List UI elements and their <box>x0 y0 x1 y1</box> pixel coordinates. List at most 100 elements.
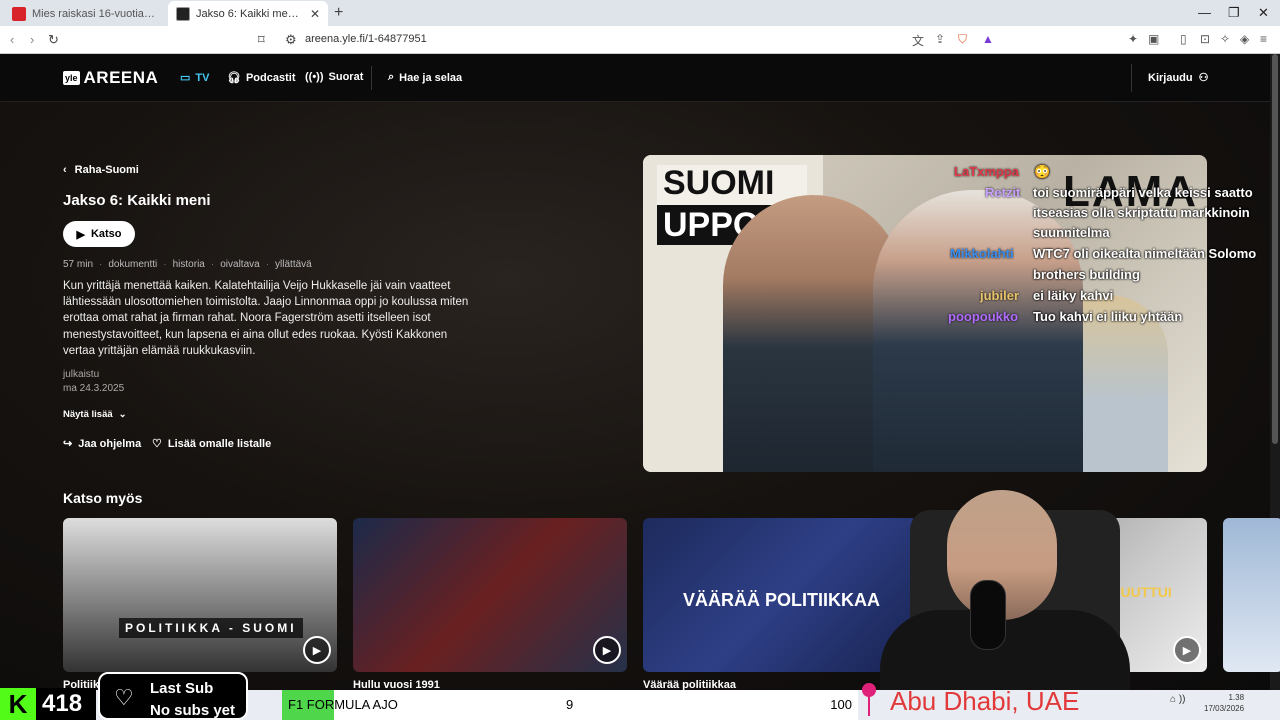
privacy-icon[interactable]: ◈ <box>1240 32 1249 46</box>
play-icon[interactable]: ▶ <box>593 636 621 664</box>
login-label: Kirjaudu <box>1148 71 1193 84</box>
share-arrow-icon: ↪ <box>63 438 73 450</box>
chat-username: jubiler <box>980 288 1020 303</box>
areena-logo[interactable]: yle AREENA <box>63 68 158 88</box>
chat-message: toi suomiräppäri velka keissi saatto <box>1033 185 1253 200</box>
sidebar-icon[interactable]: ▯ <box>1180 32 1187 46</box>
forward-arrow-icon[interactable]: › <box>30 32 34 47</box>
card-overlay-title: POLITIIKKA - SUOMI <box>119 618 303 638</box>
back-arrow-icon[interactable]: ‹ <box>10 32 14 47</box>
chat-username: Retzit <box>985 185 1021 200</box>
brave-shield-icon[interactable]: ⛉ <box>958 32 967 47</box>
browser-tab-2[interactable]: Jakso 6: Kaikki meni | Raha-Suomi ✕ <box>168 1 328 26</box>
see-also-card[interactable] <box>1223 518 1280 672</box>
streamer-webcam <box>820 490 1130 690</box>
nav-live[interactable]: ((•)) Suorat <box>305 71 363 83</box>
nav-label: Podcastit <box>245 71 296 84</box>
system-tray-icons[interactable]: ⌂ )) <box>1170 694 1185 705</box>
show-more-label: Näytä lisää <box>63 409 113 420</box>
vpn-icon[interactable]: ⊡ <box>1200 32 1210 46</box>
scrollbar-thumb[interactable] <box>1272 54 1278 444</box>
chat-message: ei läiky kahvi <box>1033 288 1114 303</box>
tab-title: Mies raiskasi 16-vuotiaan tytön Helsingi… <box>32 7 156 20</box>
chat-username: poopoukko <box>948 309 1019 324</box>
site-info-icon[interactable]: ⚙ <box>285 32 297 48</box>
episode-description: Kun yrittäjä menettää kaiken. Kalatehtai… <box>63 280 469 357</box>
brave-rewards-icon[interactable]: ▲ <box>982 32 994 46</box>
broadcast-icon: ((•)) <box>305 71 324 83</box>
close-tab-icon[interactable]: ✕ <box>310 7 320 21</box>
episode-meta: 57 min · dokumentti · historia · oivaltava ·… <box>63 259 312 270</box>
nav-label: Hae ja selaa <box>399 71 463 84</box>
add-to-list-button[interactable]: ♡ Lisää omalle listalle <box>152 437 272 451</box>
heart-icon: ♡ <box>152 438 162 450</box>
share-icon[interactable]: ⇪ <box>935 32 945 46</box>
is-favicon-icon <box>12 6 26 21</box>
meta-tag: yllättävä <box>275 259 312 270</box>
clock-time: 1.38 <box>1228 693 1245 702</box>
site-header: yle AREENA ▭ TV 🎧︎ Podcastit ((•)) Suora… <box>0 54 1270 102</box>
menu-icon[interactable]: ≡ <box>1260 32 1267 46</box>
microphone-icon <box>970 580 1006 650</box>
yle-logo-badge: yle <box>63 71 80 85</box>
extensions-icon[interactable]: ✦ <box>1128 32 1138 46</box>
series-name: Raha-Suomi <box>74 164 139 176</box>
login-button[interactable]: Kirjaudu ⚇ <box>1148 71 1209 85</box>
chat-message: Tuo kahvi ei liiku yhtään <box>1033 309 1183 324</box>
wallet-icon[interactable]: ▣ <box>1148 32 1159 46</box>
meta-duration: 57 min <box>63 259 94 270</box>
url-field[interactable]: areena.yle.fi/1-64877951 <box>305 33 427 45</box>
restore-icon[interactable]: ❐ <box>1228 5 1240 21</box>
published-date: ma 24.3.2025 <box>63 383 125 394</box>
nav-label: TV <box>195 71 210 84</box>
see-also-card[interactable]: ▶ <box>353 518 627 672</box>
nav-tv[interactable]: ▭ TV <box>180 71 210 85</box>
nav-search[interactable]: ⌕ Hae ja selaa <box>388 71 462 84</box>
play-icon[interactable]: ▶ <box>1173 636 1201 664</box>
published-label: julkaistu <box>63 369 100 380</box>
chat-message: 😳 <box>1034 164 1051 179</box>
watch-button[interactable]: ▶ Katso <box>63 221 135 247</box>
show-more-button[interactable]: Näytä lisää ⌄ <box>63 409 127 420</box>
chevron-left-icon: ‹ <box>63 164 67 176</box>
user-icon: ⚇ <box>1198 72 1209 84</box>
chat-username: LaTxmppa <box>954 164 1020 179</box>
leo-icon[interactable]: ✧ <box>1220 32 1230 46</box>
share-label: Jaa ohjelma <box>78 437 142 450</box>
meta-tag: oivaltava <box>220 259 260 270</box>
new-tab-icon[interactable]: + <box>334 4 343 22</box>
system-clock[interactable]: 1.38 17/03/2026 <box>1204 692 1244 714</box>
see-also-card[interactable]: POLITIIKKA - SUOMI ▶ <box>63 518 337 672</box>
follower-count: 418 <box>42 690 83 717</box>
bookmark-icon[interactable]: ⌑ <box>258 32 265 48</box>
last-sub-value: No subs yet <box>150 702 236 719</box>
areena-favicon-icon <box>176 6 190 21</box>
stream-location: Abu Dhabi, UAE <box>890 686 1080 716</box>
headphones-icon: 🎧︎ <box>227 72 241 84</box>
chat-message: brothers building <box>1033 267 1140 282</box>
minimize-icon[interactable]: — <box>1198 5 1211 20</box>
reload-icon[interactable]: ↻ <box>48 32 59 48</box>
play-icon: ▶ <box>76 228 85 241</box>
location-pin-icon <box>862 683 876 697</box>
browser-tab-bar: Mies raiskasi 16-vuotiaan tytön Helsingi… <box>0 0 1280 26</box>
heart-icon: ♡ <box>114 685 134 710</box>
chat-message: suunnitelma <box>1033 225 1110 240</box>
play-icon[interactable]: ▶ <box>303 636 331 664</box>
browser-tab-1[interactable]: Mies raiskasi 16-vuotiaan tytön Helsingi… <box>4 1 164 26</box>
chevron-down-icon: ⌄ <box>118 409 127 420</box>
last-sub-label: Last Sub <box>150 680 214 697</box>
share-button[interactable]: ↪ Jaa ohjelma <box>63 437 142 451</box>
follower-counter: K 418 <box>0 688 96 720</box>
f1-label: F1 FORMULA AJO <box>288 697 398 712</box>
nav-podcasts[interactable]: 🎧︎ Podcastit <box>227 71 296 85</box>
clock-date: 17/03/2026 <box>1204 704 1245 713</box>
series-back-link[interactable]: ‹ Raha-Suomi <box>63 164 139 176</box>
address-bar: ‹ › ↻ ⌑ ⚙ areena.yle.fi/1-64877951 文 ⇪ ⛉… <box>0 26 1280 54</box>
f1-progress-bar: F1 FORMULA AJO 9 100 <box>282 690 858 720</box>
close-window-icon[interactable]: ✕ <box>1258 5 1269 21</box>
tab-title: Jakso 6: Kaikki meni | Raha-Suomi <box>196 7 304 20</box>
see-also-heading: Katso myös <box>63 490 143 506</box>
add-list-label: Lisää omalle listalle <box>167 437 272 450</box>
translate-icon[interactable]: 文 <box>912 32 924 49</box>
